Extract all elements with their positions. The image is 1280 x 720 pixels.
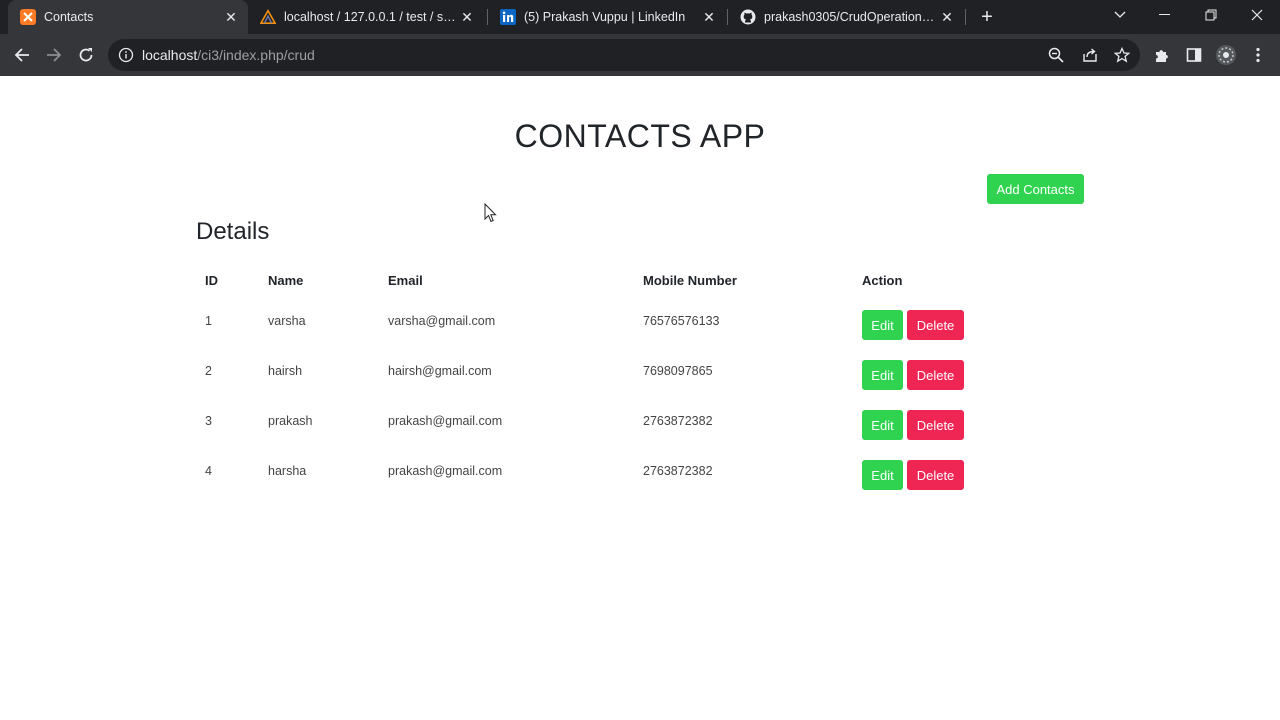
cell-id: 3: [205, 414, 212, 428]
column-header-mobile: Mobile Number: [643, 273, 737, 288]
tab-title: localhost / 127.0.0.1 / test / stude: [284, 10, 456, 24]
restore-icon[interactable]: [1188, 0, 1234, 30]
section-title: Details: [196, 218, 270, 245]
phpmyadmin-icon: [260, 9, 276, 25]
cell-email: varsha@gmail.com: [388, 314, 496, 328]
tab-strip: Contacts ✕ localhost / 127.0.0.1 / test …: [0, 0, 1280, 34]
add-contacts-button[interactable]: Add Contacts: [987, 174, 1084, 204]
cell-id: 1: [205, 314, 212, 328]
tab-linkedin[interactable]: (5) Prakash Vuppu | LinkedIn ✕: [488, 0, 726, 34]
cell-name: varsha: [268, 314, 306, 328]
menu-kebab-icon[interactable]: [1244, 41, 1272, 69]
cell-mobile: 2763872382: [643, 464, 713, 478]
delete-button[interactable]: Delete: [907, 410, 964, 440]
cell-name: hairsh: [268, 364, 303, 378]
close-icon[interactable]: ✕: [936, 6, 958, 28]
cell-mobile: 76576576133: [643, 314, 720, 328]
linkedin-icon: [500, 9, 516, 25]
column-header-name: Name: [268, 273, 304, 288]
tab-title: (5) Prakash Vuppu | LinkedIn: [524, 10, 686, 24]
mouse-cursor-icon: [484, 202, 498, 223]
browser-toolbar: localhost/ci3/index.php/crud: [0, 34, 1280, 76]
page-content: CONTACTS APP Add Contacts Details ID Nam…: [0, 76, 1280, 720]
edit-button[interactable]: Edit: [862, 460, 903, 490]
cell-id: 2: [205, 364, 212, 378]
share-icon[interactable]: [1080, 45, 1100, 65]
delete-button[interactable]: Delete: [907, 310, 964, 340]
side-panel-icon[interactable]: [1180, 41, 1208, 69]
site-info-icon[interactable]: [118, 47, 134, 63]
back-arrow-icon[interactable]: [8, 41, 36, 69]
cell-email: prakash@gmail.com: [388, 464, 503, 478]
bookmark-star-icon[interactable]: [1112, 45, 1132, 65]
tab-title: Contacts: [44, 10, 94, 24]
tab-title: prakash0305/CrudOperations: Ne: [764, 10, 936, 24]
url-host: localhost: [142, 47, 198, 63]
cell-name: prakash: [268, 414, 313, 428]
edit-button[interactable]: Edit: [862, 310, 903, 340]
page-title: CONTACTS APP: [514, 118, 766, 154]
column-header-email: Email: [388, 273, 423, 288]
close-icon[interactable]: ✕: [456, 6, 478, 28]
close-icon[interactable]: ✕: [220, 6, 242, 28]
edit-button[interactable]: Edit: [862, 410, 903, 440]
github-icon: [740, 9, 756, 25]
cell-email: hairsh@gmail.com: [388, 364, 492, 378]
tab-separator: [965, 9, 966, 25]
extensions-icon[interactable]: [1148, 41, 1176, 69]
cell-id: 4: [205, 464, 212, 478]
url-path: /ci3/index.php/crud: [197, 47, 315, 63]
tab-contacts[interactable]: Contacts ✕: [8, 0, 248, 34]
new-tab-icon[interactable]: +: [975, 5, 999, 29]
edit-button[interactable]: Edit: [862, 360, 903, 390]
cell-mobile: 2763872382: [643, 414, 713, 428]
tab-github[interactable]: prakash0305/CrudOperations: Ne ✕: [728, 0, 964, 34]
xampp-icon: [20, 9, 36, 25]
cell-mobile: 7698097865: [643, 364, 713, 378]
close-icon[interactable]: ✕: [698, 6, 720, 28]
forward-arrow-icon[interactable]: [40, 41, 68, 69]
reload-icon[interactable]: [72, 41, 100, 69]
cell-name: harsha: [268, 464, 307, 478]
close-window-icon[interactable]: [1234, 0, 1280, 30]
address-bar[interactable]: localhost/ci3/index.php/crud: [108, 39, 1140, 71]
url-text: localhost/ci3/index.php/crud: [142, 47, 315, 63]
minimize-icon[interactable]: [1142, 0, 1188, 30]
delete-button[interactable]: Delete: [907, 460, 964, 490]
tab-search-icon[interactable]: [1097, 0, 1143, 30]
tab-phpmyadmin[interactable]: localhost / 127.0.0.1 / test / stude ✕: [248, 0, 484, 34]
column-header-id: ID: [205, 273, 218, 288]
column-header-action: Action: [862, 273, 903, 288]
profile-avatar[interactable]: [1212, 41, 1240, 69]
delete-button[interactable]: Delete: [907, 360, 964, 390]
cell-email: prakash@gmail.com: [388, 414, 503, 428]
zoom-icon[interactable]: [1046, 45, 1066, 65]
